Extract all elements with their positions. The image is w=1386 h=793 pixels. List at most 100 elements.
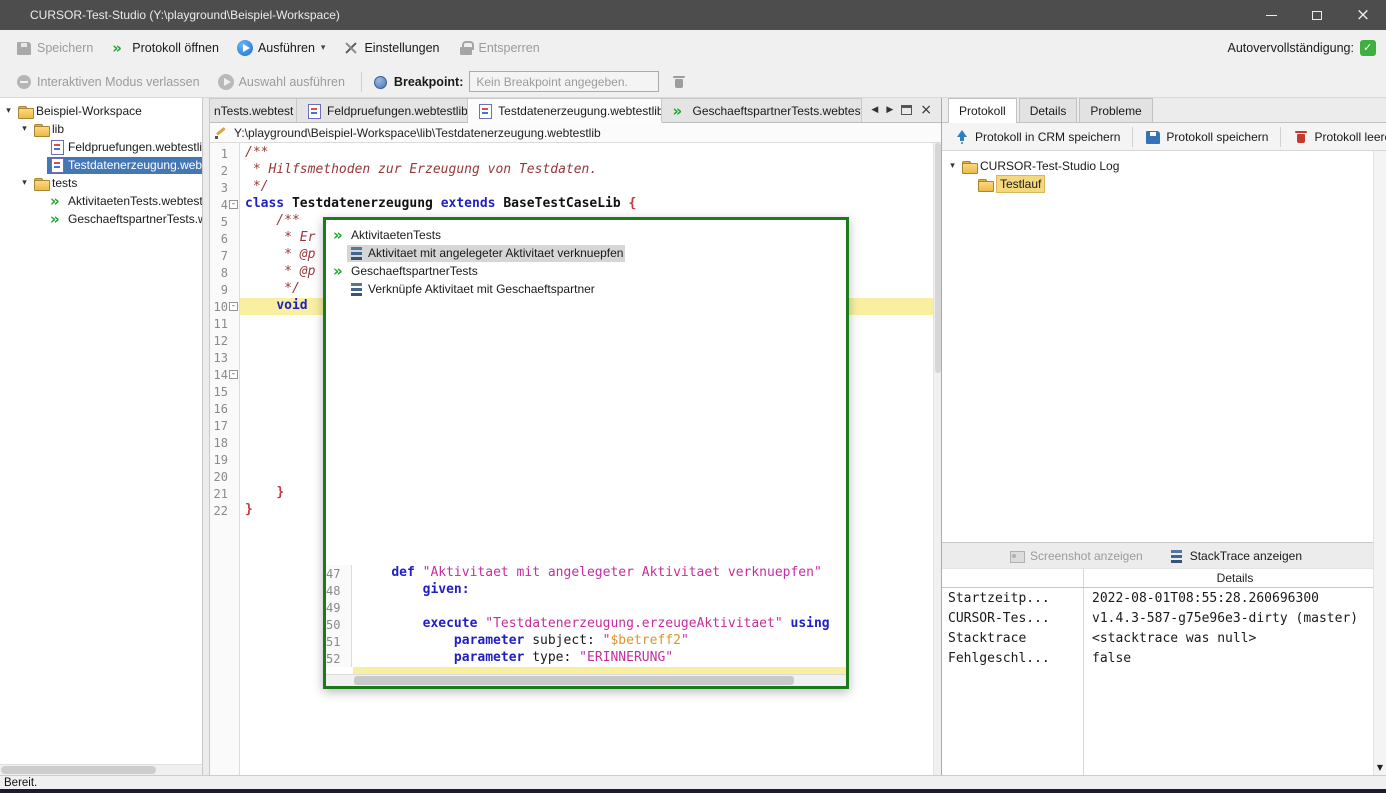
scrollbar-thumb[interactable]: [1, 766, 156, 774]
code-line[interactable]: def "Aktivitaet mit angelegeter Aktivita…: [352, 565, 846, 582]
code-line[interactable]: class Testdatenerzeugung extends BaseTes…: [240, 196, 933, 213]
clear-protocol-button[interactable]: Protokoll leeren: [1287, 127, 1386, 147]
code-line[interactable]: given:: [352, 582, 846, 599]
tree-item[interactable]: Testlauf: [942, 175, 1386, 193]
delete-breakpoint-button[interactable]: [665, 72, 693, 92]
tree-item[interactable]: Testdatenerzeugung.webtestlib: [0, 156, 202, 174]
save-protocol-button[interactable]: Protokoll speichern: [1139, 127, 1274, 147]
tree-item[interactable]: Verknüpfe Aktivitaet mit Geschaeftspartn…: [328, 280, 842, 298]
tree-node[interactable]: Verknüpfe Aktivitaet mit Geschaeftspartn…: [347, 281, 597, 298]
breakpoint-input[interactable]: [469, 71, 659, 92]
minimize-button[interactable]: [1248, 0, 1294, 30]
maximize-button[interactable]: [1294, 0, 1340, 30]
tree-item[interactable]: AktivitaetenTests: [328, 226, 842, 244]
tree-node[interactable]: GeschaeftspartnerTests: [330, 263, 480, 280]
maximize-icon: [1312, 11, 1322, 20]
twisty-icon[interactable]: ▾: [18, 124, 31, 134]
leave-interactive-mode-button[interactable]: Interaktiven Modus verlassen: [10, 72, 206, 92]
tree-node[interactable]: Testlauf: [975, 176, 1047, 193]
detail-row[interactable]: CURSOR-Tes...v1.4.3-587-g75e96e3-dirty (…: [942, 608, 1386, 628]
open-protocol-button[interactable]: Protokoll öffnen: [105, 38, 225, 58]
tree-node[interactable]: GeschaeftspartnerTests.webtest: [47, 211, 202, 228]
scrollbar-thumb[interactable]: [354, 676, 794, 685]
maximize-editor-icon[interactable]: [901, 105, 912, 115]
line-number: 16: [210, 402, 228, 416]
tree-node[interactable]: lib: [31, 121, 66, 138]
tree-item[interactable]: Aktivitaet mit angelegeter Aktivitaet ve…: [328, 244, 842, 262]
tab-feldpruefungen-webtestlib[interactable]: Feldpruefungen.webtestlib: [297, 98, 468, 122]
overlay-horizontal-scrollbar[interactable]: [326, 674, 846, 686]
line-number: 4: [210, 198, 228, 212]
detail-row[interactable]: Startzeitp...2022-08-01T08:55:28.2606963…: [942, 588, 1386, 608]
sidebar-splitter[interactable]: [203, 98, 210, 775]
run-selection-button[interactable]: Auswahl ausführen: [212, 72, 351, 92]
tree-item[interactable]: ▾lib: [0, 120, 202, 138]
code-line[interactable]: [352, 599, 846, 616]
tab-scroll-right-icon[interactable]: ▶: [886, 105, 893, 115]
detail-row[interactable]: Fehlgeschl...false: [942, 648, 1386, 668]
tree-node[interactable]: AktivitaetenTests.webtest: [47, 193, 202, 210]
run-dropdown-icon[interactable]: ▾: [321, 43, 326, 53]
tree-node[interactable]: Beispiel-Workspace: [15, 103, 144, 120]
code-line[interactable]: */: [240, 179, 933, 196]
save-button[interactable]: Speichern: [10, 38, 99, 58]
show-stacktrace-button[interactable]: StackTrace anzeigen: [1163, 546, 1308, 566]
tree-item[interactable]: GeschaeftspartnerTests: [328, 262, 842, 280]
tab-details[interactable]: Details: [1019, 98, 1078, 122]
panel-vertical-scrollbar[interactable]: ▼: [1373, 151, 1386, 775]
line-number: 22: [210, 504, 228, 518]
tab-protokoll[interactable]: Protokoll: [948, 98, 1017, 123]
fold-marker-icon[interactable]: -: [229, 302, 238, 311]
code-line[interactable]: * Hilfsmethoden zur Erzeugung von Testda…: [240, 162, 933, 179]
tree-item-label: AktivitaetenTests: [351, 228, 441, 242]
tree-item[interactable]: ▾Beispiel-Workspace: [0, 102, 202, 120]
fold-marker-icon[interactable]: -: [229, 370, 238, 379]
tab-geschaeftspartnertests-webtest[interactable]: GeschaeftspartnerTests.webtest: [662, 98, 862, 122]
tab-aktivitaetentests-webtest[interactable]: nTests.webtest: [210, 98, 297, 122]
tree-node[interactable]: AktivitaetenTests: [330, 227, 443, 244]
editor[interactable]: 1234-5678910-11121314-1516171819202122 /…: [210, 143, 941, 775]
twisty-icon[interactable]: ▾: [946, 161, 959, 171]
run-button[interactable]: Ausführen ▾: [231, 38, 332, 58]
twisty-icon[interactable]: ▾: [18, 178, 31, 188]
save-protocol-crm-button[interactable]: Protokoll in CRM speichern: [948, 127, 1126, 147]
tab-testdatenerzeugung-webtestlib[interactable]: Testdatenerzeugung.webtestlib: [468, 98, 662, 123]
line-number: 50: [326, 618, 340, 632]
webtestlib-file-icon: [477, 103, 493, 119]
tree-node[interactable]: CURSOR-Test-Studio Log: [959, 158, 1121, 175]
code-line[interactable]: parameter subject: "$betreff2": [352, 633, 846, 650]
tree-item[interactable]: ▾CURSOR-Test-Studio Log: [942, 157, 1386, 175]
sidebar-horizontal-scrollbar[interactable]: [0, 764, 202, 775]
editor-vertical-scrollbar[interactable]: [933, 143, 941, 775]
fold-marker-icon[interactable]: -: [229, 200, 238, 209]
window-title: CURSOR-Test-Studio (Y:\playground\Beispi…: [0, 8, 340, 22]
code-line[interactable]: execute "Testdatenerzeugung.erzeugeAktiv…: [352, 616, 846, 633]
tree-node[interactable]: Testdatenerzeugung.webtestlib: [47, 157, 202, 174]
close-button[interactable]: ×: [1340, 0, 1386, 30]
code-line[interactable]: /**: [240, 145, 933, 162]
gutter-line: 1: [210, 145, 239, 162]
unlock-button[interactable]: Entsperren: [452, 38, 546, 58]
code-line[interactable]: parameter type: "ERINNERUNG": [352, 650, 846, 667]
tree-item[interactable]: AktivitaetenTests.webtest: [0, 192, 202, 210]
show-screenshot-button[interactable]: Screenshot anzeigen: [1003, 546, 1149, 566]
tree-item-label: tests: [52, 176, 77, 190]
twisty-icon[interactable]: ▾: [2, 106, 15, 116]
scroll-down-icon[interactable]: ▼: [1377, 763, 1383, 775]
tree-item[interactable]: GeschaeftspartnerTests.webtest: [0, 210, 202, 228]
show-screenshot-label: Screenshot anzeigen: [1030, 549, 1143, 563]
overlay-code-block: 474849505152 def "Aktivitaet mit angeleg…: [326, 565, 846, 667]
tree-item[interactable]: Feldpruefungen.webtestlib: [0, 138, 202, 156]
autocomplete-status-icon[interactable]: [1360, 40, 1376, 56]
tree-node[interactable]: Aktivitaet mit angelegeter Aktivitaet ve…: [347, 245, 625, 262]
details-column-header[interactable]: Details: [1084, 571, 1386, 585]
close-tab-icon[interactable]: ×: [920, 103, 932, 117]
tree-item[interactable]: ▾ tests: [0, 174, 202, 192]
detail-row[interactable]: Stacktrace<stacktrace was null>: [942, 628, 1386, 648]
trash-icon: [671, 74, 687, 90]
tab-probleme[interactable]: Probleme: [1079, 98, 1152, 122]
tree-node[interactable]: tests: [31, 175, 79, 192]
tab-scroll-left-icon[interactable]: ◀: [871, 105, 878, 115]
tree-node[interactable]: Feldpruefungen.webtestlib: [47, 139, 202, 156]
settings-button[interactable]: Einstellungen: [337, 38, 445, 58]
